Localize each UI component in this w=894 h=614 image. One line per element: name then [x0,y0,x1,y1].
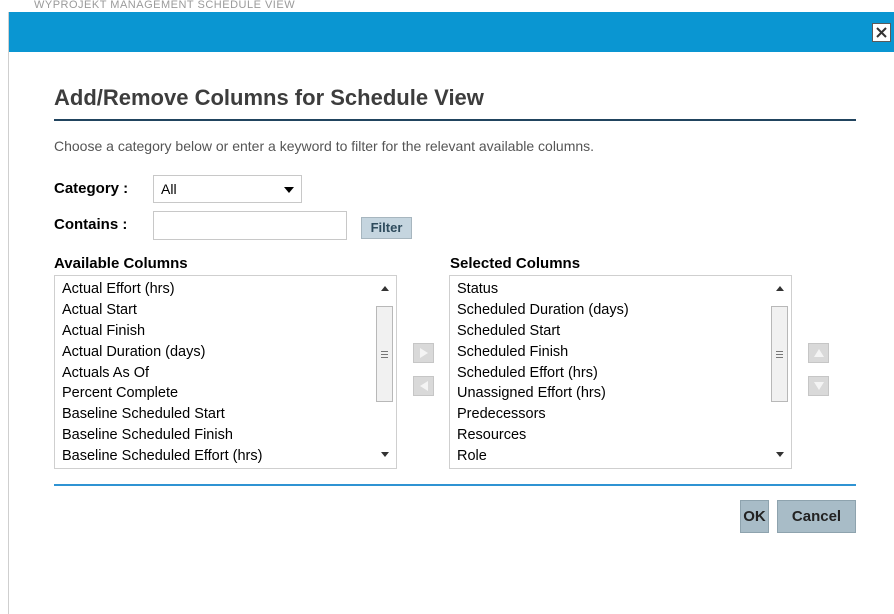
ok-button[interactable]: OK [740,500,769,533]
move-right-button[interactable] [413,343,434,363]
contains-label: Contains : [54,216,128,233]
instructions-text: Choose a category below or enter a keywo… [54,138,595,154]
category-selected-value: All [161,181,177,197]
contains-input[interactable] [153,211,347,240]
selected-columns-header: Selected Columns [450,255,581,272]
add-remove-columns-dialog: Add/Remove Columns for Schedule View Cho… [8,12,894,614]
arrow-right-icon [419,348,428,358]
chevron-down-icon [284,187,294,193]
available-columns-header: Available Columns [54,255,188,272]
list-item[interactable]: Actual Duration (days) [62,342,396,363]
list-item[interactable]: Baseline Scheduled Finish [62,425,396,446]
available-scrollbar[interactable] [373,276,396,468]
arrow-left-icon [419,381,428,391]
list-item[interactable]: Actual Finish [62,321,396,342]
scroll-thumb[interactable] [771,306,788,402]
selected-scrollbar[interactable] [768,276,791,468]
list-item[interactable]: Baseline Scheduled Start [62,404,396,425]
grip-icon [381,351,388,352]
dialog-heading: Add/Remove Columns for Schedule View [54,85,484,110]
move-up-button[interactable] [808,343,829,363]
scroll-thumb[interactable] [376,306,393,402]
filter-button[interactable]: Filter [361,217,412,239]
cancel-button[interactable]: Cancel [777,500,856,533]
list-item[interactable]: Actuals As Of [62,363,396,384]
list-item[interactable]: Predecessors [457,404,791,425]
list-item[interactable]: Scheduled Duration (days) [457,300,791,321]
scroll-up-icon[interactable] [776,286,784,291]
selected-columns-list[interactable]: Status Scheduled Duration (days) Schedul… [449,275,792,469]
footer-divider [54,484,856,486]
list-item[interactable]: Percent Complete [62,383,396,404]
category-label: Category : [54,180,129,197]
close-icon [876,27,887,38]
list-item[interactable]: Unassigned Effort (hrs) [457,383,791,404]
grip-icon [776,351,783,352]
arrow-down-icon [813,382,824,390]
list-item[interactable]: Scheduled Start [457,321,791,342]
category-select[interactable]: All [153,175,302,203]
list-item[interactable]: Baseline Scheduled Effort (hrs) [62,446,396,467]
move-left-button[interactable] [413,376,434,396]
close-button[interactable] [872,23,891,42]
list-item[interactable]: Status [457,279,791,300]
list-item[interactable]: Resources [457,425,791,446]
background-ghost-text: WYPROJEKT MANAGEMENT SCHEDULE VIEW [34,0,296,11]
arrow-up-icon [813,349,824,357]
list-item[interactable]: Scheduled Finish [457,342,791,363]
dialog-title-bar [9,12,894,52]
background-page: WYPROJEKT MANAGEMENT SCHEDULE VIEW [0,0,894,12]
list-item[interactable]: Scheduled Effort (hrs) [457,363,791,384]
list-item[interactable]: Actual Start [62,300,396,321]
scroll-up-icon[interactable] [381,286,389,291]
heading-divider [54,119,856,121]
available-columns-list[interactable]: Actual Effort (hrs) Actual Start Actual … [54,275,397,469]
list-item[interactable]: Role [457,446,791,467]
move-down-button[interactable] [808,376,829,396]
list-item[interactable]: Actual Effort (hrs) [62,279,396,300]
scroll-down-icon[interactable] [381,452,389,457]
scroll-down-icon[interactable] [776,452,784,457]
